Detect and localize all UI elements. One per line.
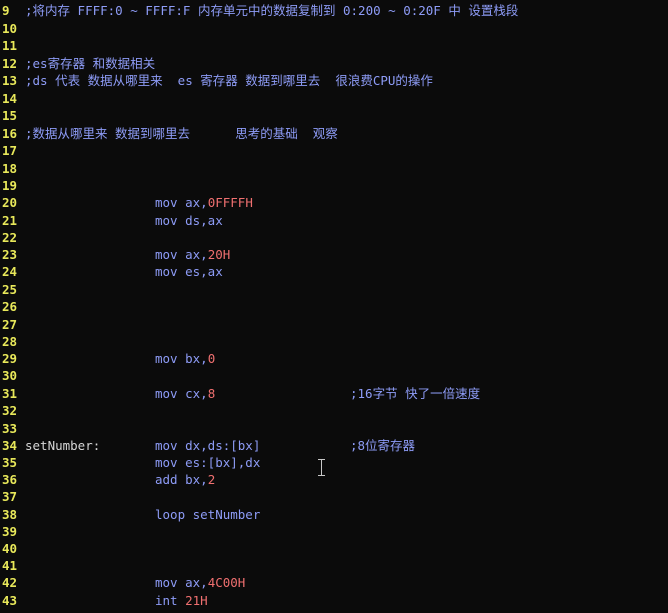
code-line[interactable]: 41 <box>0 557 668 574</box>
line-number: 17 <box>2 143 18 158</box>
code-line[interactable]: 22 <box>0 229 668 246</box>
code-number: 0 <box>207 351 216 366</box>
line-number: 10 <box>2 21 18 36</box>
line-number: 30 <box>2 368 18 383</box>
line-number: 11 <box>2 38 18 53</box>
line-number: 22 <box>2 230 18 245</box>
line-number: 32 <box>2 403 18 418</box>
code-line[interactable]: 38 loop setNumber <box>0 506 668 523</box>
code-comment: ;16字节 快了一倍速度 <box>350 386 481 401</box>
code-number: 20H <box>207 247 231 262</box>
line-number: 38 <box>2 507 18 522</box>
code-instruction: mov ax,0FFFFH <box>155 195 253 210</box>
code-comment: ;8位寄存器 <box>350 438 416 453</box>
code-instruction: mov ds,ax <box>155 213 223 228</box>
line-number: 28 <box>2 334 18 349</box>
code-editor[interactable]: 9 ;将内存 FFFF:0 ~ FFFF:F 内存单元中的数据复制到 0:200 … <box>0 0 668 613</box>
line-number: 9 <box>2 3 10 18</box>
code-line[interactable]: 29 mov bx,0 <box>0 350 668 367</box>
code-line[interactable]: 40 <box>0 540 668 557</box>
code-instruction: mov dx,ds:[bx] <box>155 438 261 453</box>
code-line[interactable]: 24 mov es,ax <box>0 263 668 280</box>
code-line[interactable]: 21 mov ds,ax <box>0 212 668 229</box>
code-line[interactable]: 35 mov es:[bx],dx <box>0 454 668 471</box>
code-line[interactable]: 34 setNumber: mov dx,ds:[bx] ;8位寄存器 <box>0 437 668 454</box>
code-instruction: mov ax,20H <box>155 247 231 262</box>
line-number: 36 <box>2 472 18 487</box>
code-instruction: mov es,ax <box>155 264 223 279</box>
code-line[interactable]: 16 ;数据从哪里来 数据到哪里去 思考的基础 观察 <box>0 125 668 142</box>
code-instruction: mov cx,8 <box>155 386 216 401</box>
code-line[interactable]: 43 int 21H <box>0 592 668 609</box>
line-number: 20 <box>2 195 18 210</box>
line-number: 13 <box>2 73 18 88</box>
code-comment: ;将内存 FFFF:0 ~ FFFF:F 内存单元中的数据复制到 0:200 ~… <box>25 3 519 18</box>
line-number: 24 <box>2 264 18 279</box>
line-number: 37 <box>2 489 18 504</box>
code-line[interactable]: 42 mov ax,4C00H <box>0 574 668 591</box>
code-label: setNumber: <box>25 438 101 453</box>
code-line[interactable]: 39 <box>0 523 668 540</box>
code-line[interactable]: 9 ;将内存 FFFF:0 ~ FFFF:F 内存单元中的数据复制到 0:200 … <box>0 2 668 19</box>
line-number: 26 <box>2 299 18 314</box>
code-line[interactable]: 25 <box>0 281 668 298</box>
code-line[interactable]: 14 <box>0 90 668 107</box>
code-number: 4C00H <box>207 575 246 590</box>
code-comment: ;数据从哪里来 数据到哪里去 思考的基础 观察 <box>25 126 338 141</box>
code-line[interactable]: 36 add bx,2 <box>0 471 668 488</box>
code-line[interactable]: 11 <box>0 37 668 54</box>
line-number: 40 <box>2 541 18 556</box>
line-number: 43 <box>2 593 18 608</box>
code-line[interactable]: 23 mov ax,20H <box>0 246 668 263</box>
code-line[interactable]: 31 mov cx,8 ;16字节 快了一倍速度 <box>0 385 668 402</box>
line-number: 29 <box>2 351 18 366</box>
code-comment: ;ds 代表 数据从哪里来 es 寄存器 数据到哪里去 很浪费CPU的操作 <box>25 73 433 88</box>
line-number: 15 <box>2 108 18 123</box>
code-instruction: int 21H <box>155 593 208 608</box>
code-line[interactable]: 19 <box>0 177 668 194</box>
code-line[interactable]: 13 ;ds 代表 数据从哪里来 es 寄存器 数据到哪里去 很浪费CPU的操作 <box>0 72 668 89</box>
line-number: 39 <box>2 524 18 539</box>
text-cursor-icon <box>318 459 326 477</box>
code-number: 0FFFFH <box>207 195 253 210</box>
line-number: 33 <box>2 421 18 436</box>
code-line[interactable]: 32 <box>0 402 668 419</box>
line-number: 25 <box>2 282 18 297</box>
code-instruction: mov es:[bx],dx <box>155 455 261 470</box>
line-number: 21 <box>2 213 18 228</box>
code-line[interactable]: 30 <box>0 367 668 384</box>
code-line[interactable]: 10 <box>0 20 668 37</box>
code-instruction: loop setNumber <box>155 507 261 522</box>
line-number: 42 <box>2 575 18 590</box>
line-number: 16 <box>2 126 18 141</box>
code-line[interactable]: 37 <box>0 488 668 505</box>
line-number: 35 <box>2 455 18 470</box>
code-instruction: mov bx,0 <box>155 351 216 366</box>
code-line[interactable]: 18 <box>0 160 668 177</box>
line-number: 12 <box>2 56 18 71</box>
code-line[interactable]: 28 <box>0 333 668 350</box>
line-number: 34 <box>2 438 18 453</box>
code-number: 2 <box>207 472 216 487</box>
line-number: 27 <box>2 317 18 332</box>
code-comment: ;es寄存器 和数据相关 <box>25 56 156 71</box>
line-number: 19 <box>2 178 18 193</box>
code-line[interactable]: 17 <box>0 142 668 159</box>
line-number: 14 <box>2 91 18 106</box>
code-line[interactable]: 26 <box>0 298 668 315</box>
code-line[interactable]: 27 <box>0 316 668 333</box>
code-number: 8 <box>207 386 216 401</box>
code-line[interactable]: 20 mov ax,0FFFFH <box>0 194 668 211</box>
code-line[interactable]: 12 ;es寄存器 和数据相关 <box>0 55 668 72</box>
code-instruction: mov ax,4C00H <box>155 575 246 590</box>
line-number: 23 <box>2 247 18 262</box>
line-number: 41 <box>2 558 18 573</box>
code-number: 21H <box>185 593 208 608</box>
line-number: 18 <box>2 161 18 176</box>
code-instruction: add bx,2 <box>155 472 216 487</box>
code-line[interactable]: 15 <box>0 107 668 124</box>
code-line[interactable]: 33 <box>0 420 668 437</box>
line-number: 31 <box>2 386 18 401</box>
